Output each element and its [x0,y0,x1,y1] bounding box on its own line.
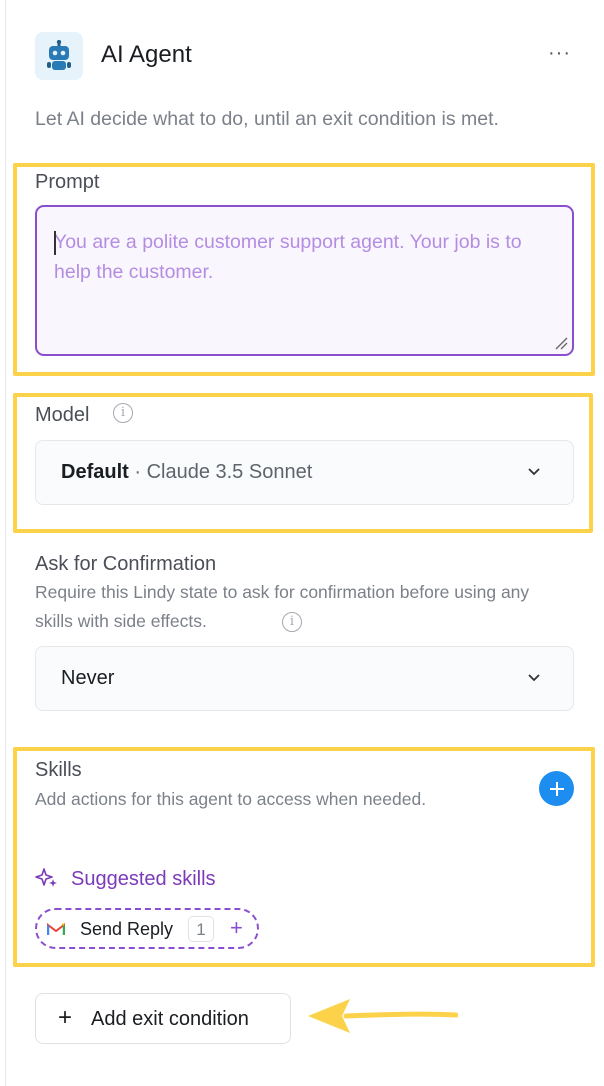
robot-icon [35,32,83,80]
gmail-icon [47,923,65,935]
model-label: Model [35,404,90,426]
confirmation-value: Never [61,667,115,689]
node-description: Let AI decide what to do, until an exit … [35,108,499,130]
skill-count: 1 [188,916,214,942]
add-exit-condition-button[interactable]: + Add exit condition [35,993,291,1044]
suggested-skill-chip[interactable]: Send Reply 1 + [35,908,259,949]
plus-icon: + [58,1004,73,1031]
model-value: Default · Claude 3.5 Sonnet [61,461,312,484]
node-title: AI Agent [101,41,192,68]
skills-description: Add actions for this agent to access whe… [35,789,427,809]
sparkle-icon [35,868,57,887]
more-options-button[interactable]: ··· [548,42,571,65]
resize-handle-icon[interactable] [554,336,568,350]
model-value-default: Default [61,461,129,483]
add-exit-condition-label: Add exit condition [91,1008,249,1030]
suggested-skills-label: Suggested skills [71,868,216,890]
arrow-left-icon [308,999,458,1033]
confirmation-select[interactable]: Never [35,646,574,711]
prompt-label: Prompt [35,171,100,193]
add-suggested-skill-button[interactable]: + [230,915,243,941]
info-icon[interactable]: i [113,403,133,423]
skills-label: Skills [35,759,82,781]
plus-icon [549,781,564,796]
text-caret [54,231,56,255]
prompt-placeholder: You are a polite customer support agent.… [54,231,522,283]
confirmation-label: Ask for Confirmation [35,553,217,575]
prompt-textarea[interactable]: You are a polite customer support agent.… [35,205,574,356]
chevron-down-icon [528,674,540,682]
model-value-name: · Claude 3.5 Sonnet [128,461,313,483]
model-select[interactable]: Default · Claude 3.5 Sonnet [35,440,574,505]
chevron-down-icon [528,468,540,476]
skill-name: Send Reply [80,919,174,939]
add-skill-button[interactable] [539,771,574,806]
info-icon[interactable]: i [282,612,302,632]
